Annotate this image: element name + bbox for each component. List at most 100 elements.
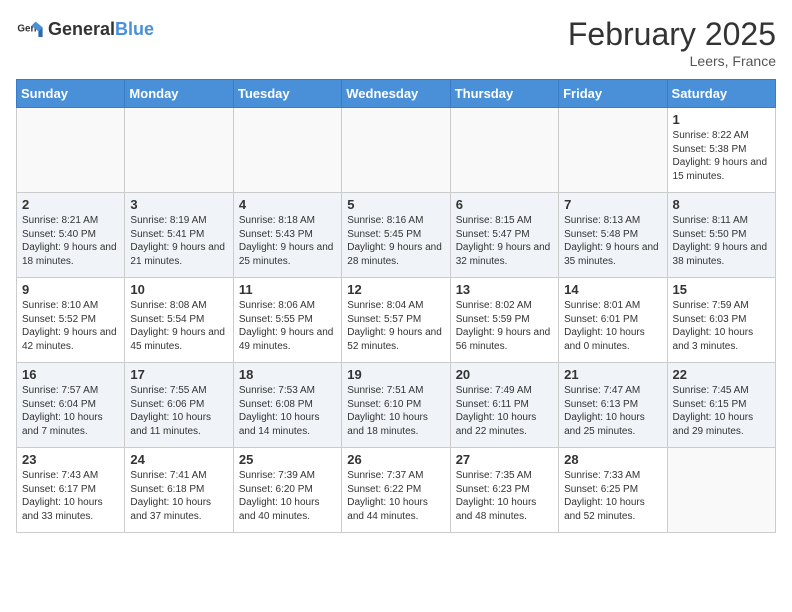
- month-title: February 2025: [568, 16, 776, 53]
- day-info: Sunrise: 8:18 AM Sunset: 5:43 PM Dayligh…: [239, 214, 336, 268]
- day-info: Sunrise: 7:43 AM Sunset: 6:17 PM Dayligh…: [22, 469, 119, 523]
- day-number: 19: [347, 367, 444, 382]
- day-info: Sunrise: 8:10 AM Sunset: 5:52 PM Dayligh…: [22, 299, 119, 353]
- day-info: Sunrise: 8:08 AM Sunset: 5:54 PM Dayligh…: [130, 299, 227, 353]
- table-row: [233, 108, 341, 193]
- day-number: 13: [456, 282, 553, 297]
- header-monday: Monday: [125, 80, 233, 108]
- day-number: 20: [456, 367, 553, 382]
- header-saturday: Saturday: [667, 80, 775, 108]
- day-info: Sunrise: 8:04 AM Sunset: 5:57 PM Dayligh…: [347, 299, 444, 353]
- header: Gen GeneralBlue February 2025 Leers, Fra…: [16, 16, 776, 69]
- table-row: 25Sunrise: 7:39 AM Sunset: 6:20 PM Dayli…: [233, 448, 341, 533]
- calendar-week-row: 1 Sunrise: 8:22 AM Sunset: 5:38 PM Daylig…: [17, 108, 776, 193]
- calendar: Sunday Monday Tuesday Wednesday Thursday…: [16, 79, 776, 533]
- table-row: [125, 108, 233, 193]
- calendar-week-row: 16 Sunrise: 7:57 AM Sunset: 6:04 PM Dayli…: [17, 363, 776, 448]
- table-row: 1 Sunrise: 8:22 AM Sunset: 5:38 PM Daylig…: [667, 108, 775, 193]
- day-info: Sunrise: 7:49 AM Sunset: 6:11 PM Dayligh…: [456, 384, 553, 438]
- logo: Gen GeneralBlue: [16, 16, 154, 44]
- day-info: Sunrise: 8:22 AM Sunset: 5:38 PM Dayligh…: [673, 129, 770, 183]
- day-number: 16: [22, 367, 119, 382]
- day-info: Sunrise: 7:39 AM Sunset: 6:20 PM Dayligh…: [239, 469, 336, 523]
- day-info: Sunrise: 7:55 AM Sunset: 6:06 PM Dayligh…: [130, 384, 227, 438]
- table-row: 15Sunrise: 7:59 AM Sunset: 6:03 PM Dayli…: [667, 278, 775, 363]
- day-number: 24: [130, 452, 227, 467]
- day-info: Sunrise: 8:21 AM Sunset: 5:40 PM Dayligh…: [22, 214, 119, 268]
- table-row: 12 Sunrise: 8:04 AM Sunset: 5:57 PM Dayli…: [342, 278, 450, 363]
- table-row: 16 Sunrise: 7:57 AM Sunset: 6:04 PM Dayli…: [17, 363, 125, 448]
- day-number: 12: [347, 282, 444, 297]
- day-number: 10: [130, 282, 227, 297]
- header-wednesday: Wednesday: [342, 80, 450, 108]
- day-number: 8: [673, 197, 770, 212]
- day-info: Sunrise: 7:41 AM Sunset: 6:18 PM Dayligh…: [130, 469, 227, 523]
- table-row: [559, 108, 667, 193]
- day-number: 1: [673, 112, 770, 127]
- table-row: 2 Sunrise: 8:21 AM Sunset: 5:40 PM Daylig…: [17, 193, 125, 278]
- day-number: 3: [130, 197, 227, 212]
- day-number: 26: [347, 452, 444, 467]
- calendar-week-row: 9 Sunrise: 8:10 AM Sunset: 5:52 PM Daylig…: [17, 278, 776, 363]
- location: Leers, France: [568, 53, 776, 69]
- day-number: 11: [239, 282, 336, 297]
- day-number: 18: [239, 367, 336, 382]
- table-row: 23 Sunrise: 7:43 AM Sunset: 6:17 PM Dayli…: [17, 448, 125, 533]
- calendar-week-row: 23 Sunrise: 7:43 AM Sunset: 6:17 PM Dayli…: [17, 448, 776, 533]
- day-number: 4: [239, 197, 336, 212]
- day-number: 15: [673, 282, 770, 297]
- table-row: [667, 448, 775, 533]
- table-row: 18 Sunrise: 7:53 AM Sunset: 6:08 PM Dayli…: [233, 363, 341, 448]
- header-tuesday: Tuesday: [233, 80, 341, 108]
- table-row: 10 Sunrise: 8:08 AM Sunset: 5:54 PM Dayli…: [125, 278, 233, 363]
- table-row: 6 Sunrise: 8:15 AM Sunset: 5:47 PM Daylig…: [450, 193, 558, 278]
- day-number: 22: [673, 367, 770, 382]
- table-row: 20 Sunrise: 7:49 AM Sunset: 6:11 PM Dayli…: [450, 363, 558, 448]
- table-row: 4 Sunrise: 8:18 AM Sunset: 5:43 PM Daylig…: [233, 193, 341, 278]
- table-row: 11 Sunrise: 8:06 AM Sunset: 5:55 PM Dayli…: [233, 278, 341, 363]
- day-number: 27: [456, 452, 553, 467]
- day-number: 14: [564, 282, 661, 297]
- table-row: 9 Sunrise: 8:10 AM Sunset: 5:52 PM Daylig…: [17, 278, 125, 363]
- table-row: 21 Sunrise: 7:47 AM Sunset: 6:13 PM Dayli…: [559, 363, 667, 448]
- table-row: 13 Sunrise: 8:02 AM Sunset: 5:59 PM Dayli…: [450, 278, 558, 363]
- day-info: Sunrise: 8:15 AM Sunset: 5:47 PM Dayligh…: [456, 214, 553, 268]
- day-number: 2: [22, 197, 119, 212]
- table-row: 26 Sunrise: 7:37 AM Sunset: 6:22 PM Dayli…: [342, 448, 450, 533]
- day-number: 28: [564, 452, 661, 467]
- table-row: [450, 108, 558, 193]
- table-row: 5Sunrise: 8:16 AM Sunset: 5:45 PM Daylig…: [342, 193, 450, 278]
- title-area: February 2025 Leers, France: [568, 16, 776, 69]
- table-row: [17, 108, 125, 193]
- table-row: 17 Sunrise: 7:55 AM Sunset: 6:06 PM Dayli…: [125, 363, 233, 448]
- day-info: Sunrise: 8:01 AM Sunset: 6:01 PM Dayligh…: [564, 299, 661, 353]
- day-number: 21: [564, 367, 661, 382]
- header-friday: Friday: [559, 80, 667, 108]
- day-number: 9: [22, 282, 119, 297]
- table-row: 22Sunrise: 7:45 AM Sunset: 6:15 PM Dayli…: [667, 363, 775, 448]
- day-info: Sunrise: 7:57 AM Sunset: 6:04 PM Dayligh…: [22, 384, 119, 438]
- table-row: 7Sunrise: 8:13 AM Sunset: 5:48 PM Daylig…: [559, 193, 667, 278]
- day-info: Sunrise: 7:47 AM Sunset: 6:13 PM Dayligh…: [564, 384, 661, 438]
- day-info: Sunrise: 7:33 AM Sunset: 6:25 PM Dayligh…: [564, 469, 661, 523]
- table-row: 24 Sunrise: 7:41 AM Sunset: 6:18 PM Dayli…: [125, 448, 233, 533]
- day-info: Sunrise: 8:02 AM Sunset: 5:59 PM Dayligh…: [456, 299, 553, 353]
- table-row: 3Sunrise: 8:19 AM Sunset: 5:41 PM Daylig…: [125, 193, 233, 278]
- calendar-week-row: 2 Sunrise: 8:21 AM Sunset: 5:40 PM Daylig…: [17, 193, 776, 278]
- day-info: Sunrise: 8:06 AM Sunset: 5:55 PM Dayligh…: [239, 299, 336, 353]
- day-number: 6: [456, 197, 553, 212]
- day-info: Sunrise: 7:37 AM Sunset: 6:22 PM Dayligh…: [347, 469, 444, 523]
- day-number: 23: [22, 452, 119, 467]
- day-info: Sunrise: 7:51 AM Sunset: 6:10 PM Dayligh…: [347, 384, 444, 438]
- day-info: Sunrise: 7:53 AM Sunset: 6:08 PM Dayligh…: [239, 384, 336, 438]
- calendar-header-row: Sunday Monday Tuesday Wednesday Thursday…: [17, 80, 776, 108]
- day-info: Sunrise: 8:13 AM Sunset: 5:48 PM Dayligh…: [564, 214, 661, 268]
- table-row: 19 Sunrise: 7:51 AM Sunset: 6:10 PM Dayli…: [342, 363, 450, 448]
- day-info: Sunrise: 7:35 AM Sunset: 6:23 PM Dayligh…: [456, 469, 553, 523]
- header-thursday: Thursday: [450, 80, 558, 108]
- logo-text: GeneralBlue: [48, 20, 154, 40]
- table-row: 27 Sunrise: 7:35 AM Sunset: 6:23 PM Dayli…: [450, 448, 558, 533]
- header-sunday: Sunday: [17, 80, 125, 108]
- table-row: [342, 108, 450, 193]
- day-number: 17: [130, 367, 227, 382]
